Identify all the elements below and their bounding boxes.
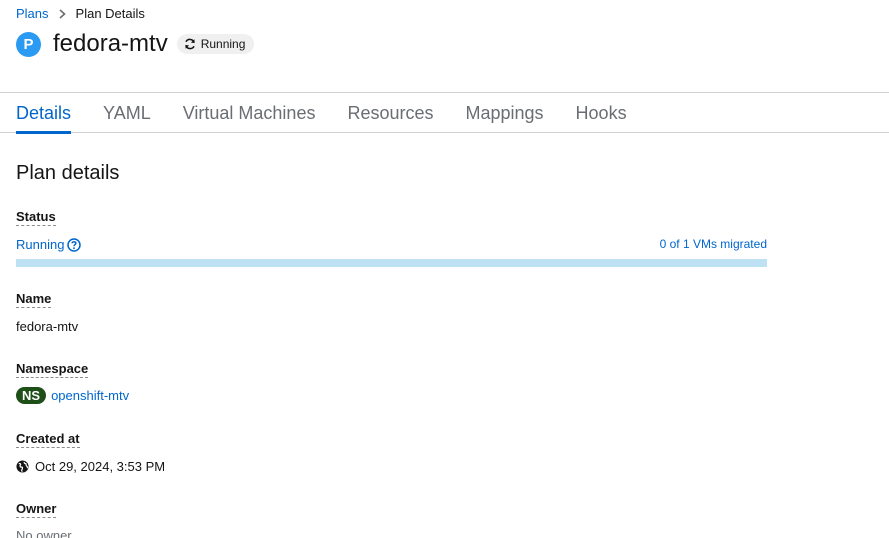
- sync-icon: [184, 38, 195, 50]
- tab-resources[interactable]: Resources: [331, 93, 449, 133]
- plan-resource-badge: P: [16, 31, 41, 57]
- created-at-value: Oct 29, 2024, 3:53 PM: [16, 459, 165, 474]
- migration-progress-text: 0 of 1 VMs migrated: [659, 237, 767, 251]
- status-badge: Running: [176, 34, 255, 54]
- namespace-badge: NS: [16, 387, 47, 404]
- breadcrumb-plans-link[interactable]: Plans: [16, 6, 49, 21]
- migration-progress-bar: [16, 259, 767, 267]
- tab-details[interactable]: Details: [0, 93, 87, 134]
- namespace-link[interactable]: openshift-mtv: [51, 388, 129, 403]
- page-title: fedora-mtv: [53, 30, 168, 57]
- status-badge-text: Running: [200, 37, 246, 51]
- name-value: fedora-mtv: [16, 319, 79, 334]
- status-link[interactable]: Running: [16, 237, 82, 252]
- breadcrumb-current: Plan Details: [75, 6, 145, 21]
- help-circle-icon[interactable]: [67, 237, 82, 252]
- status-label[interactable]: Status: [16, 209, 56, 226]
- created-at-text: Oct 29, 2024, 3:53 PM: [35, 459, 166, 474]
- globe-icon: [16, 460, 29, 473]
- tab-yaml[interactable]: YAML: [87, 93, 167, 133]
- tab-bar: Details YAML Virtual Machines Resources …: [0, 93, 889, 134]
- status-value: Running: [16, 237, 82, 252]
- namespace-label[interactable]: Namespace: [16, 361, 89, 378]
- breadcrumb: Plans Plan Details: [16, 6, 145, 21]
- chevron-right-icon: [58, 8, 66, 19]
- owner-label[interactable]: Owner: [16, 501, 57, 518]
- tab-virtual-machines[interactable]: Virtual Machines: [167, 93, 332, 133]
- tab-mappings[interactable]: Mappings: [450, 93, 560, 133]
- tab-hooks[interactable]: Hooks: [560, 93, 643, 133]
- status-link-text: Running: [16, 237, 65, 252]
- namespace-value: NS openshift-mtv: [16, 387, 129, 404]
- name-label[interactable]: Name: [16, 291, 52, 308]
- section-title: Plan details: [16, 162, 120, 184]
- owner-value: No owner: [16, 528, 72, 538]
- page-header: P fedora-mtv Running: [16, 30, 255, 58]
- created-at-label[interactable]: Created at: [16, 431, 80, 448]
